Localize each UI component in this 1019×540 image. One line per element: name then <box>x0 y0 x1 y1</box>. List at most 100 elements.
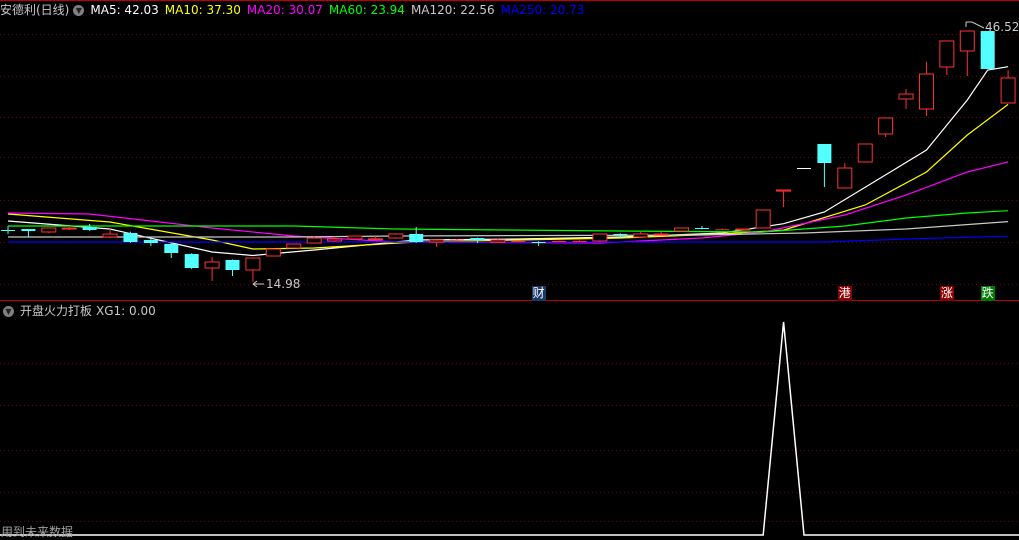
candle-body <box>552 240 567 242</box>
candle <box>41 227 57 234</box>
future-data-note: 用到未来数据 <box>1 525 74 539</box>
candle-body <box>776 189 792 192</box>
candle <box>857 143 873 163</box>
candle <box>347 235 363 240</box>
candle-body <box>1000 77 1016 104</box>
candle <box>694 226 709 230</box>
event-marker[interactable]: 财 <box>531 286 546 301</box>
candle <box>286 243 302 249</box>
candle <box>21 229 36 237</box>
candle-body <box>959 30 975 52</box>
candle-body <box>265 248 281 257</box>
ma120-label: MA120: 22.56 <box>410 3 495 17</box>
candle-body <box>837 167 853 189</box>
main-header: 安德利(日线) ▼ MA5: 42.03 MA10: 37.30 MA20: 3… <box>0 1 590 19</box>
grid-lines <box>0 34 1019 522</box>
candle-body <box>857 143 873 163</box>
candle-body <box>143 240 158 244</box>
candle <box>918 61 934 116</box>
candle-body <box>817 143 832 164</box>
candle-body <box>184 254 199 269</box>
low-pointer <box>252 280 264 288</box>
candle <box>980 31 995 69</box>
candle-body <box>796 168 811 170</box>
candle-body <box>327 238 343 242</box>
indicator-value: XG1: 0.00 <box>96 304 156 318</box>
candle <box>674 227 690 232</box>
candle-body <box>1 229 15 231</box>
candle-body <box>653 233 669 236</box>
candle-body <box>164 243 179 253</box>
candle <box>552 240 567 242</box>
candle-body <box>592 233 608 242</box>
candle <box>327 236 343 243</box>
event-marker[interactable]: 跌 <box>980 286 995 301</box>
chevron-down-icon[interactable]: ▼ <box>73 4 85 16</box>
candle-body <box>123 233 138 243</box>
candle <box>837 163 853 189</box>
event-marker[interactable]: 涨 <box>939 286 954 301</box>
indicator-title: 开盘火力打板 <box>20 304 93 318</box>
candle <box>898 89 914 109</box>
high-price-label: 46.52 <box>985 20 1019 34</box>
candle-body <box>939 40 955 68</box>
candles <box>1 30 1016 282</box>
candle-body <box>633 233 649 238</box>
candle <box>82 224 97 231</box>
ma60-label: MA60: 23.94 <box>328 3 405 17</box>
candle-body <box>918 73 934 110</box>
candle-body <box>225 259 240 271</box>
xg1-line <box>0 321 1019 536</box>
candle <box>388 233 404 239</box>
candle-body <box>980 31 995 69</box>
candle-body <box>102 233 118 238</box>
candle <box>1000 70 1016 104</box>
candle <box>1 226 15 234</box>
candle <box>184 253 199 270</box>
candle <box>225 259 240 276</box>
indicator-header: ▼ 开盘火力打板 XG1: 0.00 <box>0 302 162 320</box>
candle <box>61 226 77 231</box>
candle-body <box>898 93 914 100</box>
candle <box>204 257 220 281</box>
chevron-down-icon[interactable]: ▼ <box>3 305 14 317</box>
candle-body <box>674 227 690 232</box>
candle <box>735 228 751 231</box>
candle-body <box>61 227 77 230</box>
ma10-label: MA10: 37.30 <box>164 3 241 17</box>
candle-body <box>694 228 709 230</box>
candle-body <box>388 233 404 239</box>
candle-body <box>41 227 57 233</box>
candle <box>123 231 138 243</box>
stock-title: 安德利(日线) <box>0 3 70 17</box>
candle <box>164 242 179 258</box>
candle-body <box>82 226 97 230</box>
candle <box>796 168 811 170</box>
candle-body <box>531 242 546 244</box>
ma250-label: MA250: 20.73 <box>500 3 585 17</box>
candle-body <box>21 229 36 232</box>
stock-chart[interactable] <box>0 0 1019 539</box>
candle-body <box>306 237 322 244</box>
high-pointer <box>965 21 985 29</box>
low-price-label: 14.98 <box>266 277 301 291</box>
candle-body <box>735 228 751 231</box>
ma10-line <box>7 103 1009 250</box>
candle-body <box>878 117 894 135</box>
candle <box>572 240 587 242</box>
candle <box>817 143 832 188</box>
candle <box>592 233 608 243</box>
candle-body <box>204 261 220 269</box>
candle-body <box>286 243 302 249</box>
candle-body <box>367 238 383 241</box>
event-marker[interactable]: 港 <box>837 286 852 301</box>
ma20-label: MA20: 30.07 <box>246 3 323 17</box>
candle <box>939 40 955 76</box>
candle-body <box>470 238 485 241</box>
candle-body <box>429 239 445 243</box>
candle-body <box>450 239 465 241</box>
candle-body <box>347 235 363 240</box>
candle-body <box>511 240 526 242</box>
candle <box>143 237 158 246</box>
candle <box>959 30 975 76</box>
